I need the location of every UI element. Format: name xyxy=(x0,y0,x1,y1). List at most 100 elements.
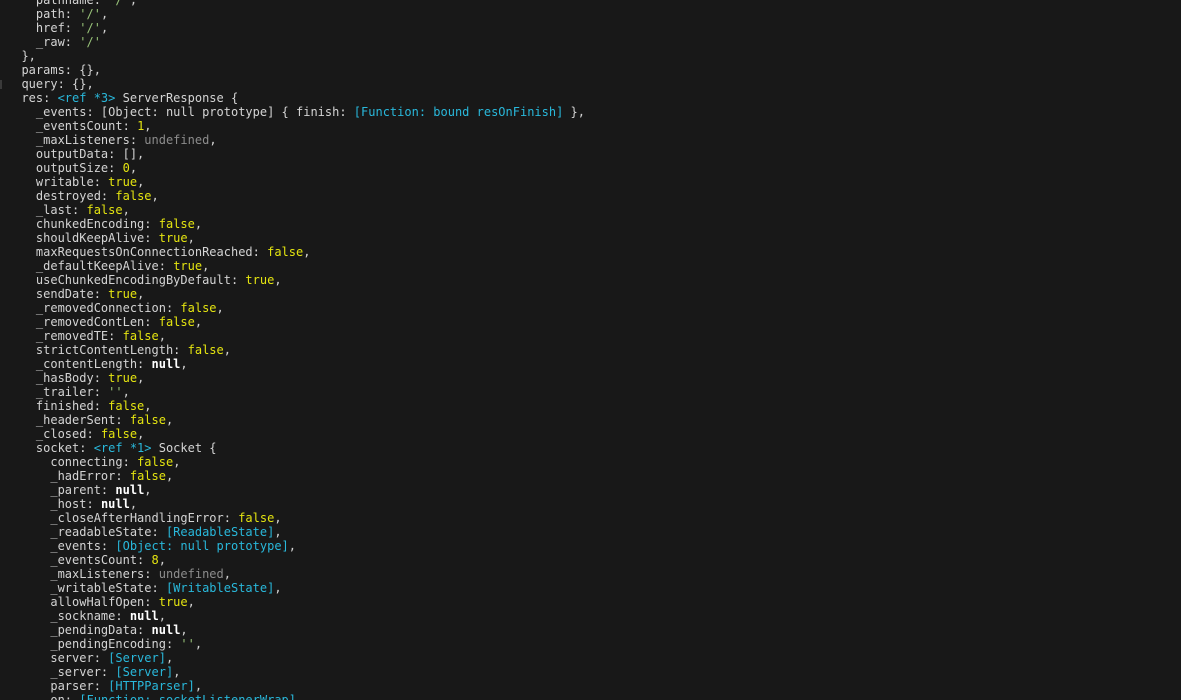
token: false xyxy=(108,399,145,413)
token: , xyxy=(180,357,188,371)
terminal-line: _writableState: [WritableState], xyxy=(7,581,585,595)
terminal-line: _last: false, xyxy=(7,203,585,217)
terminal-line: _maxListeners: undefined, xyxy=(7,133,585,147)
token: allowHalfOpen: xyxy=(50,595,159,609)
token: strictContentLength: xyxy=(35,343,188,357)
terminal-line: _pendingData: null, xyxy=(7,623,585,637)
token: _removedConnection: xyxy=(35,301,181,315)
token: }, xyxy=(563,105,585,119)
token: , xyxy=(274,273,282,287)
token: _maxListeners: xyxy=(35,133,145,147)
token: _removedTE: xyxy=(35,329,123,343)
token: , xyxy=(137,371,145,385)
token: false xyxy=(100,427,138,441)
token: _eventsCount: xyxy=(50,553,152,567)
terminal-line: useChunkedEncodingByDefault: true, xyxy=(7,273,585,287)
token: connecting: xyxy=(50,455,138,469)
token: _host: xyxy=(50,497,101,511)
token: _hasBody: xyxy=(35,371,109,385)
token: , xyxy=(100,7,109,21)
token: , xyxy=(122,385,130,399)
terminal-line: href: '/', xyxy=(7,21,585,35)
token: _parent: xyxy=(50,483,116,497)
terminal-line: _eventsCount: 8, xyxy=(7,553,585,567)
token: '/' xyxy=(79,7,101,21)
token: null xyxy=(151,357,181,371)
terminal-line: _server: [Server], xyxy=(7,665,585,679)
terminal-line: _removedConnection: false, xyxy=(7,301,585,315)
token: parser: xyxy=(50,679,109,693)
token: _raw: xyxy=(35,35,80,49)
terminal-line: connecting: false, xyxy=(7,455,585,469)
token: undefined xyxy=(144,133,210,147)
terminal-line: _readableState: [ReadableState], xyxy=(7,525,585,539)
token: [Server] xyxy=(108,651,166,665)
token: , xyxy=(173,455,181,469)
terminal-line: outputData: [], xyxy=(7,147,585,161)
token: , xyxy=(216,301,224,315)
token: [Function: socketListenerWrap] xyxy=(79,693,297,700)
token: , xyxy=(194,679,203,693)
token: , xyxy=(122,203,130,217)
token: _server: xyxy=(50,665,116,679)
scroll-gutter-marker xyxy=(0,80,2,89)
token: null xyxy=(151,623,181,637)
token: _eventsCount: xyxy=(35,119,138,133)
terminal-line: _defaultKeepAlive: true, xyxy=(7,259,585,273)
token: '/' xyxy=(79,35,101,49)
terminal-line: _events: [Object: null prototype], xyxy=(7,539,585,553)
terminal-lines: pathname: '/', path: '/', href: '/', _ra… xyxy=(7,0,585,700)
token: _pendingEncoding: xyxy=(50,637,181,651)
token: [HTTPParser] xyxy=(108,679,195,693)
token: 8 xyxy=(151,553,159,567)
terminal-line: parser: [HTTPParser], xyxy=(7,679,585,693)
terminal-line: _closed: false, xyxy=(7,427,585,441)
terminal-line: pathname: '/', xyxy=(7,0,585,7)
token: true xyxy=(245,273,275,287)
token: _events: xyxy=(50,539,116,553)
terminal-line: finished: false, xyxy=(7,399,585,413)
token: maxRequestsOnConnectionReached: xyxy=(35,245,268,259)
token: , xyxy=(100,21,109,35)
token: _maxListeners: xyxy=(50,567,159,581)
token: _removedContLen: xyxy=(35,315,159,329)
token: false xyxy=(158,217,195,231)
token: path: xyxy=(35,7,80,21)
terminal-line: writable: true, xyxy=(7,175,585,189)
token: , xyxy=(173,665,181,679)
token: href: xyxy=(35,21,80,35)
terminal-line: _parent: null, xyxy=(7,483,585,497)
terminal-line: _eventsCount: 1, xyxy=(7,119,585,133)
token: _closeAfterHandlingError: xyxy=(50,511,239,525)
terminal-line: _removedContLen: false, xyxy=(7,315,585,329)
token: [ReadableState] xyxy=(165,525,275,539)
terminal-line: _events: [Object: null prototype] { fini… xyxy=(7,105,585,119)
token: false xyxy=(137,455,174,469)
token: , xyxy=(144,119,152,133)
token: false xyxy=(180,301,217,315)
token: _headerSent: xyxy=(35,413,130,427)
token: , xyxy=(129,497,138,511)
terminal-output[interactable]: pathname: '/', path: '/', href: '/', _ra… xyxy=(0,0,1181,700)
terminal-line: query: {}, xyxy=(7,77,585,91)
token: _trailer: xyxy=(35,385,109,399)
token: true xyxy=(158,231,188,245)
token: _hadError: xyxy=(50,469,130,483)
token: false xyxy=(122,329,159,343)
token: null xyxy=(100,497,130,511)
token: query: {}, xyxy=(21,77,94,91)
token: undefined xyxy=(158,567,224,581)
token: destroyed: xyxy=(35,189,116,203)
terminal-line: allowHalfOpen: true, xyxy=(7,595,585,609)
token: '' xyxy=(180,637,195,651)
token: useChunkedEncodingByDefault: xyxy=(35,273,246,287)
token: chunkedEncoding: xyxy=(35,217,159,231)
token: , xyxy=(223,567,231,581)
token: , xyxy=(144,483,152,497)
token: _sockname: xyxy=(50,609,130,623)
token: finished: xyxy=(35,399,109,413)
token: _closed: xyxy=(35,427,101,441)
token: outputSize: xyxy=(35,161,123,175)
token: , xyxy=(303,245,311,259)
token: Socket { xyxy=(151,441,217,455)
